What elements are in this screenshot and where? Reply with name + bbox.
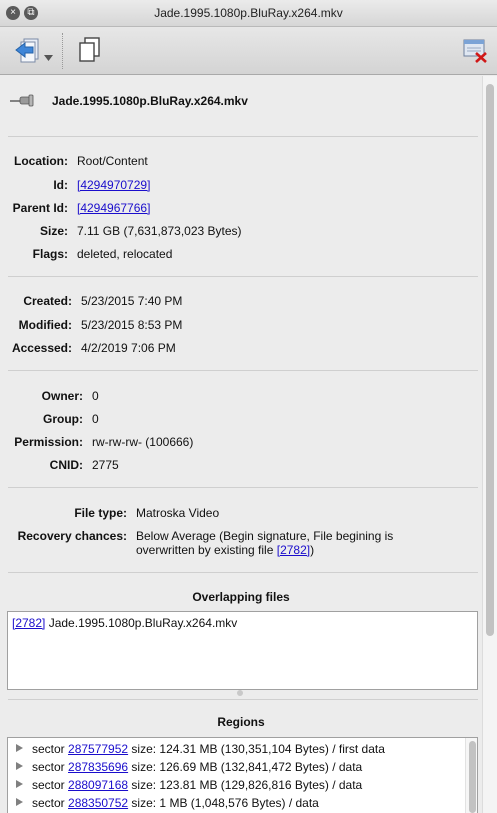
flags-label: Flags:	[32, 247, 68, 261]
file-type-label: File type:	[74, 506, 127, 520]
region-text: sector 288350752 size: 1 MB (1,048,576 B…	[32, 796, 319, 810]
recovery-chances-end: )	[310, 543, 315, 557]
delete-window-icon[interactable]	[462, 37, 490, 68]
id-link[interactable]: [4294970729]	[77, 178, 150, 192]
parent-id-link[interactable]: [4294967766]	[77, 201, 150, 215]
regions-scrollbar-thumb[interactable]	[469, 741, 476, 813]
panel-scrollbar-thumb[interactable]	[486, 84, 494, 636]
owner-value: 0	[92, 389, 99, 403]
disclosure-triangle-icon[interactable]	[16, 762, 23, 770]
regions-list[interactable]: sector 287577952 size: 124.31 MB (130,35…	[7, 737, 478, 813]
region-prefix: sector	[32, 760, 69, 774]
disclosure-triangle-icon[interactable]	[16, 780, 23, 788]
overlapping-files-title: Overlapping files	[192, 590, 290, 604]
sector-link[interactable]: 287835696	[68, 760, 128, 774]
region-details: size: 123.81 MB (129,826,816 Bytes) / da…	[128, 778, 363, 792]
sector-link[interactable]: 287577952	[68, 742, 128, 756]
divider	[8, 699, 478, 700]
size-value: 7.11 GB (7,631,873,023 Bytes)	[77, 224, 242, 238]
group-value: 0	[92, 412, 99, 426]
window-title: Jade.1995.1080p.BluRay.x264.mkv	[154, 6, 343, 20]
overlap-file-name: Jade.1995.1080p.BluRay.x264.mkv	[45, 616, 238, 630]
region-text: sector 287835696 size: 126.69 MB (132,84…	[32, 760, 362, 774]
disclosure-triangle-icon[interactable]	[16, 798, 23, 806]
regions-title: Regions	[217, 715, 265, 729]
sector-link[interactable]: 288097168	[68, 778, 128, 792]
region-text: sector 287577952 size: 124.31 MB (130,35…	[32, 742, 385, 756]
accessed-label: Accessed:	[11, 341, 72, 355]
region-prefix: sector	[32, 742, 69, 756]
region-details: size: 1 MB (1,048,576 Bytes) / data	[128, 796, 319, 810]
modified-value: 5/23/2015 8:53 PM	[81, 318, 183, 332]
overwriting-file-link[interactable]: [2782]	[277, 543, 310, 557]
copy-documents-icon[interactable]	[78, 36, 102, 67]
region-row[interactable]: sector 288097168 size: 123.81 MB (129,82…	[8, 776, 463, 794]
id-label: Id:	[53, 178, 68, 192]
group-label: Group:	[43, 412, 83, 426]
parent-id-label: Parent Id:	[12, 201, 68, 215]
region-row[interactable]: sector 288350752 size: 1 MB (1,048,576 B…	[8, 794, 463, 812]
overlapping-files-list[interactable]: [2782] Jade.1995.1080p.BluRay.x264.mkv	[7, 611, 478, 690]
cnid-label: CNID:	[49, 458, 83, 472]
location-label: Location:	[14, 154, 68, 168]
recovery-chances-line1: Below Average (Begin signature, File beg…	[136, 529, 394, 543]
file-name: Jade.1995.1080p.BluRay.x264.mkv	[52, 94, 248, 108]
flags-value: deleted, relocated	[77, 247, 173, 261]
toolbar-separator	[62, 33, 63, 69]
permission-label: Permission:	[14, 435, 83, 449]
location-value: Root/Content	[77, 154, 148, 168]
created-label: Created:	[23, 294, 72, 308]
recovery-chances-label: Recovery chances:	[17, 529, 127, 543]
toolbar	[0, 27, 497, 75]
region-row[interactable]: sector 287577952 size: 124.31 MB (130,35…	[8, 740, 463, 758]
divider	[8, 276, 478, 277]
region-details: size: 126.69 MB (132,841,472 Bytes) / da…	[128, 760, 363, 774]
region-details: size: 124.31 MB (130,351,104 Bytes) / fi…	[128, 742, 385, 756]
back-navigation-icon[interactable]	[14, 36, 42, 67]
sector-link[interactable]: 288350752	[68, 796, 128, 810]
pin-icon	[10, 94, 36, 111]
divider	[8, 370, 478, 371]
accessed-value: 4/2/2019 7:06 PM	[81, 341, 176, 355]
splitter-handle[interactable]	[237, 690, 243, 696]
regions-scrollbar[interactable]	[465, 738, 477, 813]
region-row[interactable]: sector 287835696 size: 126.69 MB (132,84…	[8, 758, 463, 776]
divider	[8, 487, 478, 488]
region-text: sector 288097168 size: 123.81 MB (129,82…	[32, 778, 362, 792]
recovery-chances-text: overwritten by existing file	[136, 543, 277, 557]
region-prefix: sector	[32, 778, 69, 792]
file-info-panel: Jade.1995.1080p.BluRay.x264.mkv Location…	[0, 76, 482, 813]
recovery-chances-line2: overwritten by existing file [2782])	[136, 543, 314, 557]
file-type-value: Matroska Video	[136, 506, 220, 520]
disclosure-triangle-icon[interactable]	[16, 744, 23, 752]
divider	[8, 572, 478, 573]
size-label: Size:	[39, 224, 68, 238]
owner-label: Owner:	[41, 389, 83, 403]
panel-scrollbar[interactable]	[482, 76, 497, 813]
divider	[8, 136, 478, 137]
region-prefix: sector	[32, 796, 69, 810]
overlap-file-link[interactable]: [2782]	[12, 616, 45, 630]
permission-value: rw-rw-rw- (100666)	[92, 435, 194, 449]
created-value: 5/23/2015 7:40 PM	[81, 294, 183, 308]
modified-label: Modified:	[18, 318, 72, 332]
window-title-bar: × ⧉ Jade.1995.1080p.BluRay.x264.mkv	[0, 0, 497, 27]
cnid-value: 2775	[92, 458, 119, 472]
list-item[interactable]: [2782] Jade.1995.1080p.BluRay.x264.mkv	[12, 616, 237, 630]
dropdown-arrow-icon[interactable]	[44, 51, 53, 65]
